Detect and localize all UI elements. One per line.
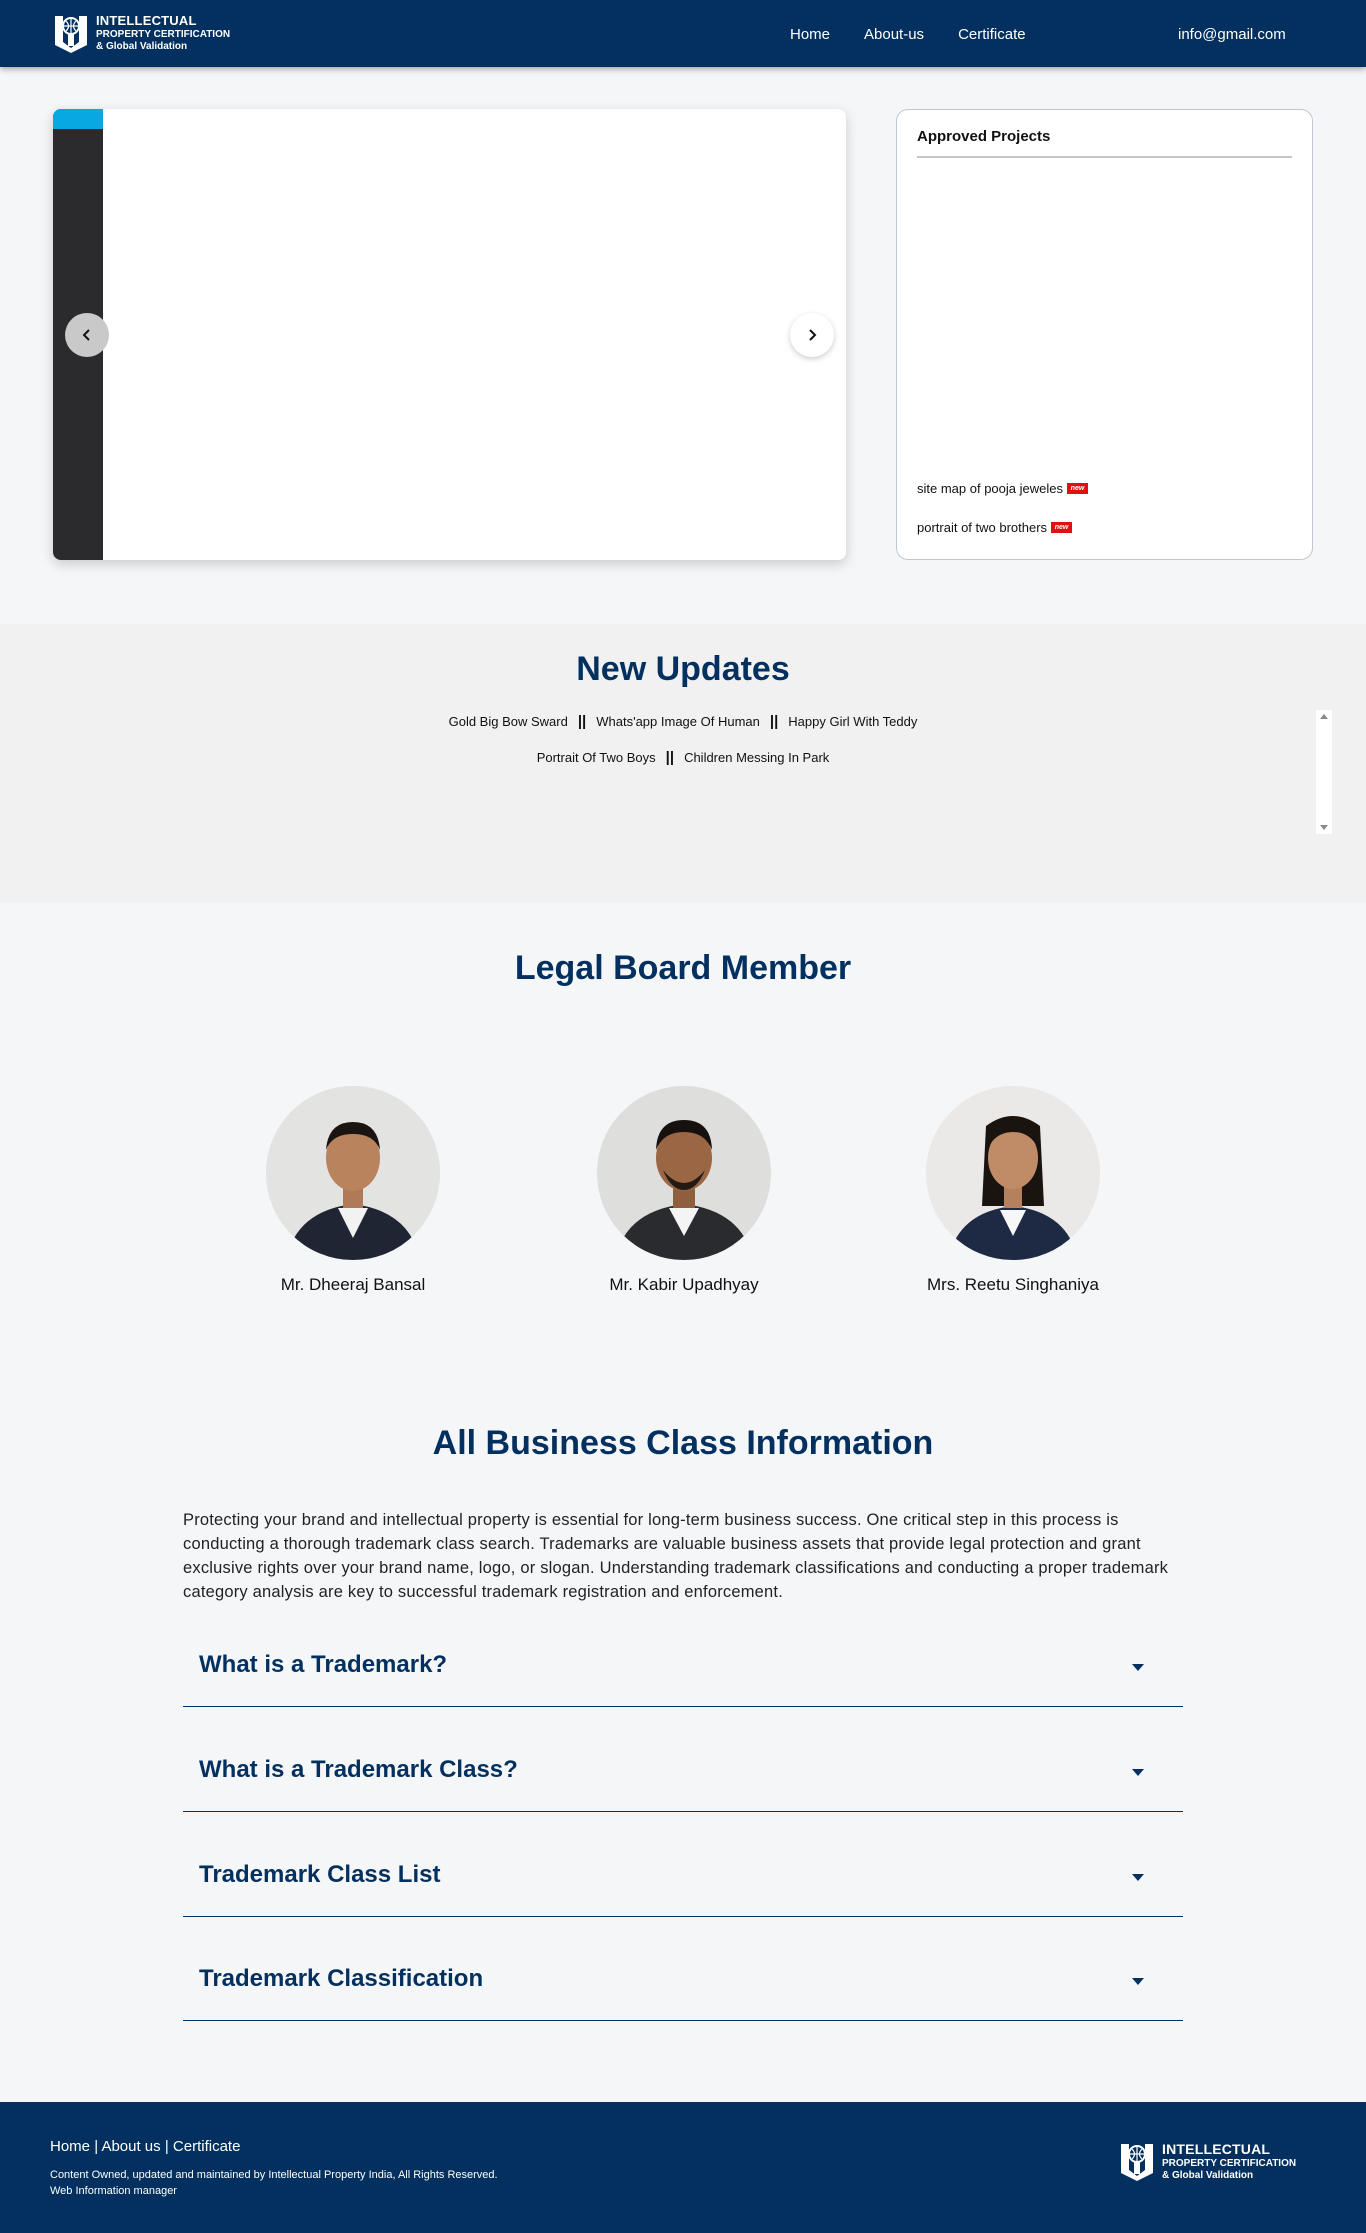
update-separator: ||: [769, 713, 779, 730]
update-link[interactable]: Gold Big Bow Sward: [449, 714, 568, 729]
update-link[interactable]: Happy Girl With Teddy: [788, 714, 917, 729]
accordion-label: What is a Trademark?: [199, 1651, 448, 1678]
accordion-label: What is a Trademark Class?: [199, 1756, 518, 1783]
accordion-label: Trademark Classification: [199, 1965, 484, 1992]
member-name: Mr. Dheeraj Bansal: [280, 1275, 426, 1294]
scroll-down-arrow-icon[interactable]: [1320, 825, 1328, 830]
new-badge: new: [1051, 522, 1073, 533]
legal-board-title: Legal Board Member: [514, 949, 852, 987]
chevron-left-icon: [82, 329, 90, 341]
logo-line-2: PROPERTY CERTIFICATION: [96, 29, 231, 40]
logo-emblem-icon: [1121, 2144, 1153, 2181]
person-avatar-icon: [597, 1086, 771, 1260]
person-avatar-icon: [926, 1086, 1100, 1260]
updates-scrollbar[interactable]: [1316, 710, 1332, 834]
accordion-item[interactable]: What is a Trademark?: [183, 1627, 1183, 1707]
logo-line-1: INTELLECTUAL: [96, 13, 197, 28]
business-class-title: All Business Class Information: [432, 1424, 934, 1462]
updates-row: Portrait Of Two Boys || Children Messing I…: [0, 749, 1366, 766]
logo-line-1: INTELLECTUAL: [1162, 2140, 1271, 2157]
business-class-intro: Protecting your brand and intellectual p…: [183, 1511, 1169, 1601]
approved-project-label: site map of pooja jeweles: [917, 481, 1063, 496]
slider-accent-bar: [53, 109, 103, 129]
footer-certificate-link[interactable]: Certificate: [173, 2138, 241, 2155]
brand-logo[interactable]: INTELLECTUAL PROPERTY CERTIFICATION & Gl…: [52, 12, 230, 54]
nav-about-link[interactable]: About-us: [864, 26, 924, 43]
new-badge: new: [1066, 483, 1088, 494]
caret-down-icon[interactable]: [1132, 1978, 1144, 1985]
board-member-card: Mr. Kabir Upadhyay: [564, 1086, 804, 1295]
board-member-card: Mrs. Reetu Singhaniya: [893, 1086, 1133, 1295]
caret-down-icon[interactable]: [1132, 1874, 1144, 1881]
member-photo: [266, 1086, 440, 1260]
new-updates-title: New Updates: [576, 650, 790, 688]
updates-row: Gold Big Bow Sward || Whats'app Image Of H…: [0, 713, 1366, 730]
update-link[interactable]: Whats'app Image Of Human: [596, 714, 760, 729]
approved-projects-panel: Approved Projects site map of pooja jewe…: [896, 109, 1313, 560]
footer-links: Home | About us | Certificate: [50, 2138, 240, 2155]
footer-link-separator: |: [164, 2138, 169, 2155]
footer-copyright: Content Owned, updated and maintained by…: [50, 2169, 498, 2181]
accordion-item[interactable]: What is a Trademark Class?: [183, 1732, 1183, 1812]
image-slider: [53, 109, 846, 560]
contact-email[interactable]: info@gmail.com: [1178, 26, 1286, 43]
board-member-card: Mr. Dheeraj Bansal: [233, 1086, 473, 1295]
member-name: Mr. Kabir Upadhyay: [609, 1275, 759, 1294]
slider-prev-button[interactable]: [65, 313, 109, 357]
nav-certificate-link[interactable]: Certificate: [958, 26, 1026, 43]
approved-divider: [917, 156, 1292, 158]
approved-project-item[interactable]: site map of pooja jeweles new: [917, 481, 1088, 496]
footer-about-link[interactable]: About us: [101, 2138, 160, 2155]
nav-home-link[interactable]: Home: [790, 26, 830, 43]
slider-next-button[interactable]: [790, 313, 834, 357]
approved-project-item[interactable]: portrait of two brothers new: [917, 520, 1073, 535]
caret-down-icon[interactable]: [1132, 1664, 1144, 1671]
main-nav: Home About-us Certificate: [790, 26, 1026, 43]
update-link[interactable]: Portrait Of Two Boys: [537, 750, 656, 765]
footer-link-separator: |: [94, 2138, 99, 2155]
accordion-item[interactable]: Trademark Classification: [183, 1941, 1183, 2021]
logo-line-2: PROPERTY CERTIFICATION: [1162, 2157, 1297, 2169]
site-header: INTELLECTUAL PROPERTY CERTIFICATION & Gl…: [0, 0, 1366, 67]
logo-emblem-icon: [55, 16, 87, 53]
accordion-label: Trademark Class List: [199, 1861, 441, 1888]
footer-brand-logo[interactable]: INTELLECTUAL PROPERTY CERTIFICATION & Gl…: [1118, 2140, 1296, 2182]
new-updates-section: New Updates Gold Big Bow Sward || Whats'ap…: [0, 624, 1366, 902]
accordion-item[interactable]: Trademark Class List: [183, 1837, 1183, 1917]
footer-home-link[interactable]: Home: [50, 2138, 90, 2155]
chevron-right-icon: [809, 329, 817, 341]
approved-project-label: portrait of two brothers: [917, 520, 1048, 535]
approved-projects-title: Approved Projects: [917, 128, 1051, 145]
update-separator: ||: [665, 749, 675, 766]
person-avatar-icon: [266, 1086, 440, 1260]
scroll-up-arrow-icon[interactable]: [1320, 714, 1328, 719]
site-footer: Home | About us | Certificate Content Ow…: [0, 2102, 1366, 2233]
logo-line-3: & Global Validation: [96, 41, 188, 52]
update-link[interactable]: Children Messing In Park: [684, 750, 829, 765]
footer-manager: Web Information manager: [50, 2185, 177, 2197]
member-photo: [926, 1086, 1100, 1260]
member-photo: [597, 1086, 771, 1260]
member-name: Mrs. Reetu Singhaniya: [927, 1275, 1099, 1294]
caret-down-icon[interactable]: [1132, 1769, 1144, 1776]
update-separator: ||: [577, 713, 587, 730]
logo-line-3: & Global Validation: [1162, 2169, 1254, 2181]
